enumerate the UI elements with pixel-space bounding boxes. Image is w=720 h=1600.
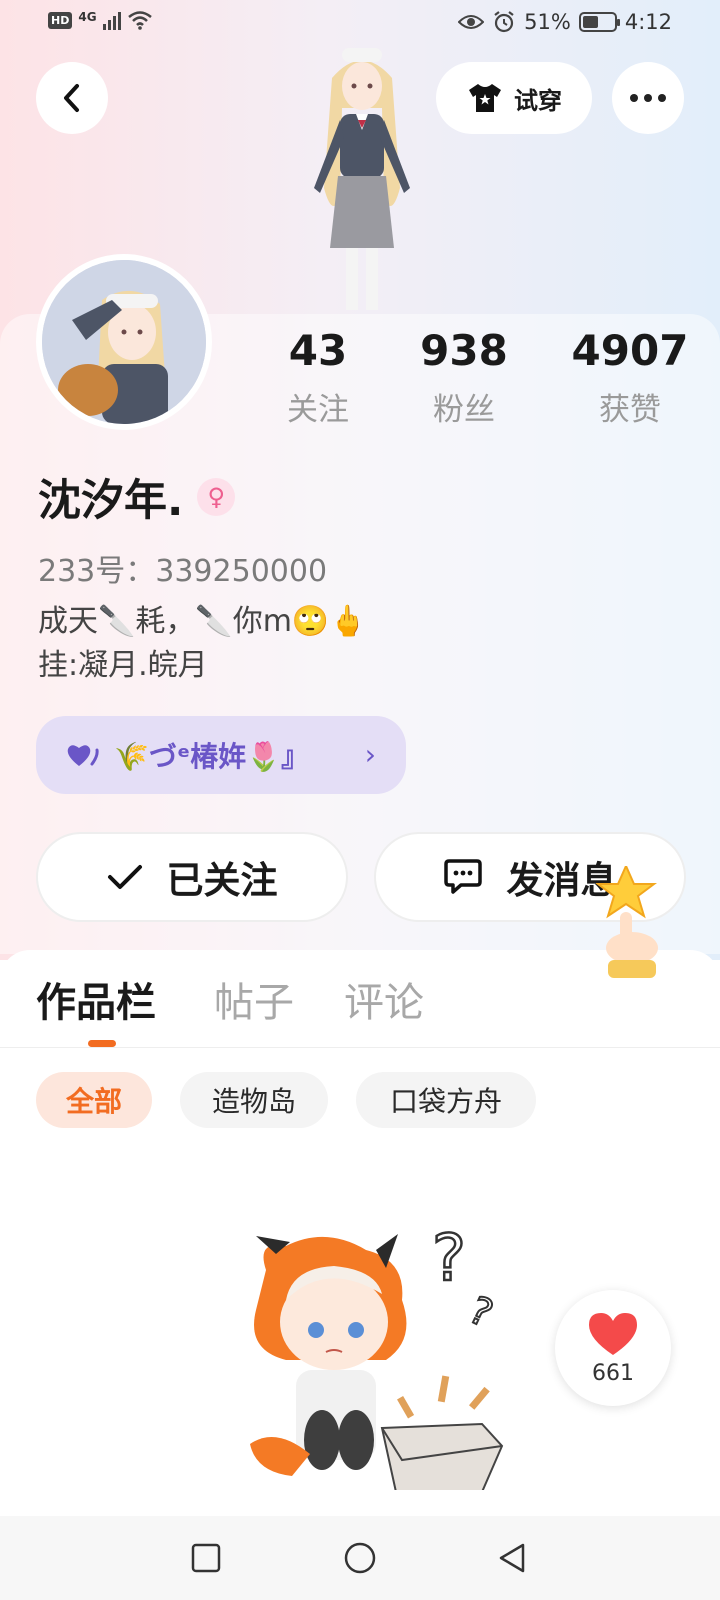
eye-icon	[458, 15, 485, 29]
home-button[interactable]	[336, 1534, 384, 1582]
tab-posts[interactable]: 帖子	[214, 970, 294, 1028]
stat-value: 43	[288, 326, 348, 375]
back-button[interactable]	[36, 62, 108, 134]
stat-label: 关注	[287, 392, 349, 428]
check-icon	[107, 865, 142, 889]
recent-apps-button[interactable]	[182, 1534, 230, 1582]
alarm-icon	[494, 11, 514, 33]
shirt-icon	[469, 84, 501, 112]
stat-label: 粉丝	[433, 392, 495, 428]
hd-badge: HD	[48, 11, 73, 29]
bio-line: 挂:凝月.皖月	[38, 648, 208, 683]
stat-value: 938	[420, 326, 508, 375]
svg-text:?: ?	[432, 1230, 466, 1296]
filter-all[interactable]: 全部	[36, 1072, 152, 1128]
name-row: 沈汐年. ♀	[38, 466, 236, 528]
avatar[interactable]	[36, 254, 212, 430]
pointing-hand-sticker	[596, 866, 658, 978]
avatar-illustration	[42, 260, 206, 424]
triangle-back-icon	[499, 1543, 525, 1573]
relationship-tag[interactable]: 🌾づᵉ椿姩🌷』 ›	[36, 716, 406, 794]
avatar-image	[42, 260, 206, 424]
filter-creation-island[interactable]: 造物岛	[180, 1072, 328, 1128]
chat-bubble-icon	[443, 859, 482, 894]
square-icon	[191, 1543, 221, 1573]
heart-icon	[67, 745, 99, 766]
svg-text:?: ?	[463, 1288, 500, 1336]
status-bar: HD 4G 51% 4:12	[0, 0, 720, 48]
back-nav-button[interactable]	[488, 1534, 536, 1582]
follow-button[interactable]: 已关注	[36, 832, 348, 922]
like-count: 661	[592, 1360, 634, 1386]
tab-works[interactable]: 作品栏	[36, 970, 156, 1028]
clock: 4:12	[624, 10, 672, 34]
avatar-figure	[314, 48, 410, 310]
username: 沈汐年.	[38, 476, 184, 526]
active-tab-indicator	[88, 1040, 116, 1047]
wifi-icon	[127, 11, 152, 30]
battery-percent: 51%	[524, 10, 571, 34]
stat-value: 4907	[571, 326, 689, 375]
circle-icon	[344, 1542, 376, 1574]
stat-following[interactable]: 43 关注	[248, 326, 388, 429]
stat-followers[interactable]: 938 粉丝	[394, 326, 534, 429]
try-on-button[interactable]: 试穿	[436, 62, 592, 134]
network-label: 4G	[78, 10, 97, 24]
more-button[interactable]	[612, 62, 684, 134]
signal-icon	[102, 10, 121, 30]
bio: 成天🔪耗，🔪你m🙄🖕 挂:凝月.皖月	[38, 600, 367, 688]
status-left: HD 4G	[48, 10, 153, 30]
status-right: 51% 4:12	[458, 10, 672, 34]
chevron-left-icon	[64, 84, 79, 112]
chevron-right-icon: ›	[364, 738, 376, 771]
stat-likes[interactable]: 4907 获赞	[560, 326, 700, 429]
system-nav-bar	[0, 1516, 720, 1600]
try-on-label: 试穿	[514, 86, 562, 115]
battery-icon	[578, 12, 620, 32]
follow-label: 已关注	[166, 859, 278, 902]
female-icon: ♀	[197, 478, 236, 516]
relationship-tag-label: 🌾づᵉ椿姩🌷』	[114, 740, 310, 773]
heart-icon	[589, 1312, 637, 1355]
stat-label: 获赞	[599, 392, 661, 428]
filter-pocket-ark[interactable]: 口袋方舟	[356, 1072, 536, 1128]
more-dots-icon	[630, 94, 666, 102]
tab-comments[interactable]: 评论	[344, 970, 424, 1028]
like-button[interactable]: 661	[555, 1290, 671, 1406]
empty-state-illustration: ? ?	[250, 1230, 504, 1490]
user-id[interactable]: 233号：339250000	[38, 546, 327, 590]
bio-line: 成天🔪耗，🔪你m🙄🖕	[38, 604, 367, 639]
